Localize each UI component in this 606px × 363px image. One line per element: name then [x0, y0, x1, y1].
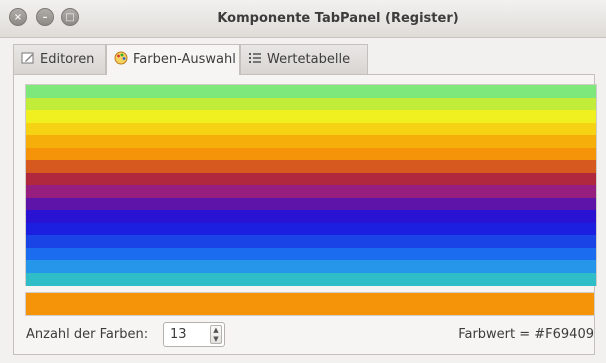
color-band[interactable] [26, 185, 596, 198]
color-band[interactable] [26, 160, 596, 173]
window-title: Komponente TabPanel (Register) [217, 11, 459, 26]
tab-label-editoren: Editoren [40, 52, 95, 67]
color-value-label: Farbwert = #F69409 [458, 327, 594, 342]
color-band[interactable] [26, 197, 596, 211]
color-count-label: Anzahl der Farben: [26, 327, 149, 342]
spinner-arrows[interactable]: ▲ ▼ [210, 325, 222, 344]
tab-wertetabelle[interactable]: Wertetabelle [240, 44, 368, 74]
tab-farben-auswahl[interactable]: Farben-Auswahl [106, 44, 240, 75]
color-band[interactable] [26, 122, 596, 136]
chevron-up-icon[interactable]: ▲ [211, 326, 221, 334]
color-band[interactable] [26, 247, 596, 261]
tab-editoren[interactable]: Editoren [13, 44, 106, 74]
title-bar: × – □ Komponente TabPanel (Register) [0, 0, 606, 38]
palette-icon [114, 47, 128, 65]
list-icon [248, 47, 262, 63]
color-band[interactable] [26, 110, 596, 123]
color-band[interactable] [26, 260, 596, 273]
selected-color-swatch [25, 292, 595, 316]
color-band[interactable] [26, 85, 596, 98]
color-band[interactable] [26, 147, 596, 161]
color-band[interactable] [26, 97, 596, 111]
color-count-input[interactable] [170, 326, 206, 343]
color-band[interactable] [26, 235, 596, 248]
color-band[interactable] [26, 222, 596, 236]
color-band[interactable] [26, 135, 596, 148]
color-band[interactable] [26, 172, 596, 186]
tab-label-farben-auswahl: Farben-Auswahl [133, 52, 236, 67]
color-band[interactable] [26, 210, 596, 223]
color-band[interactable] [26, 272, 596, 286]
edit-icon [21, 47, 35, 64]
color-bands[interactable] [25, 84, 597, 286]
tab-label-wertetabelle: Wertetabelle [267, 52, 351, 67]
color-count-spinner[interactable]: ▲ ▼ [163, 322, 225, 347]
chevron-down-icon[interactable]: ▼ [211, 335, 221, 343]
